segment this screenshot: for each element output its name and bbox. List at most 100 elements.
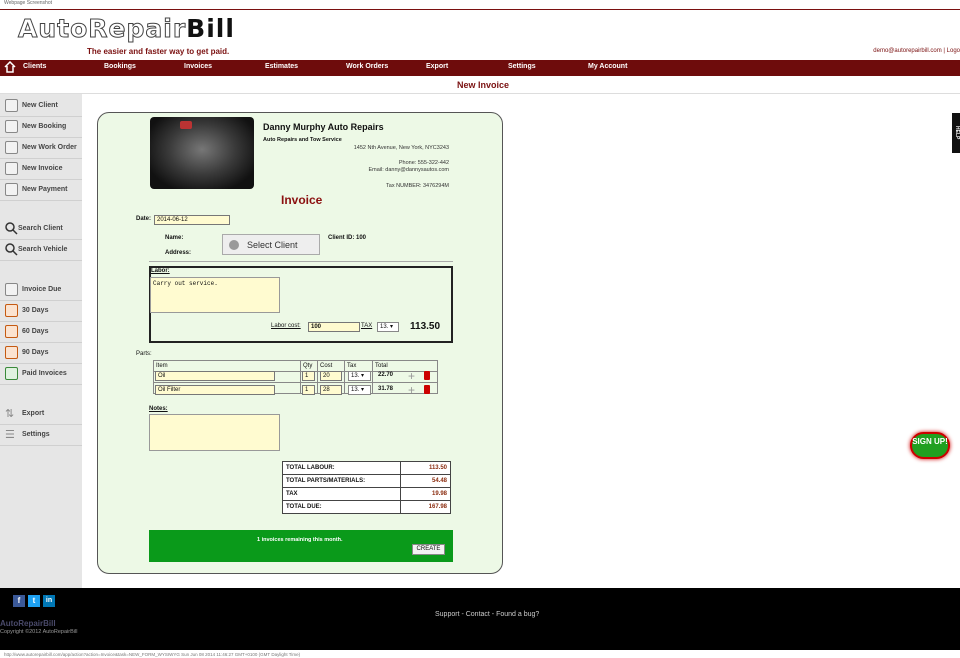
labor-heading: Labor:: [151, 268, 170, 274]
document-icon: [5, 346, 18, 359]
sidebar-item-new-work-order[interactable]: New Work Order: [0, 138, 82, 159]
nav-export[interactable]: Export: [426, 63, 448, 70]
total-value: 167.98: [401, 501, 451, 514]
signup-button[interactable]: SIGN UP!: [910, 432, 950, 459]
totals-table: TOTAL LABOUR:113.50 TOTAL PARTS/MATERIAL…: [282, 461, 451, 514]
document-icon: [5, 304, 18, 317]
notes-field[interactable]: [149, 414, 280, 451]
create-button[interactable]: CREATE: [412, 544, 445, 555]
nav-invoices[interactable]: Invoices: [184, 63, 212, 70]
date-field[interactable]: 2014-06-12: [154, 215, 230, 225]
sidebar-item-label: Invoice Due: [22, 286, 61, 293]
labor-tax-select[interactable]: 13. ▾: [377, 322, 399, 332]
trash-icon[interactable]: [424, 371, 430, 380]
divider: [149, 261, 453, 262]
sidebar-item-label: 30 Days: [22, 307, 48, 314]
sidebar-item-60-days[interactable]: 60 Days: [0, 322, 82, 343]
part-cost-field[interactable]: 28: [320, 385, 342, 395]
client-id: Client ID: 100: [328, 235, 366, 241]
linkedin-icon[interactable]: in: [43, 595, 55, 607]
labor-total: 113.50: [410, 321, 440, 332]
user-icon: [5, 99, 18, 112]
sidebar-item-label: Paid Invoices: [22, 370, 67, 377]
part-item-field[interactable]: Oil Filter: [155, 385, 275, 395]
parts-heading: Parts:: [136, 351, 152, 357]
sidebar-item-new-invoice[interactable]: New Invoice: [0, 159, 82, 180]
totals-row: TOTAL DUE:167.98: [283, 501, 451, 514]
business-address: 1452 Nth Avenue, New York, NYC3243: [354, 145, 449, 151]
sidebar-item-label: New Client: [22, 102, 58, 109]
nav-settings[interactable]: Settings: [508, 63, 536, 70]
add-row-icon[interactable]: +: [408, 371, 415, 381]
totals-row: TAX19.98: [283, 488, 451, 501]
part-qty-field[interactable]: 1: [302, 371, 315, 381]
page-title: New Invoice: [457, 80, 509, 90]
select-client-button[interactable]: Select Client: [222, 234, 320, 255]
part-cost-field[interactable]: 20: [320, 371, 342, 381]
footer-links[interactable]: Support - Contact - Found a bug?: [435, 611, 539, 618]
address-label: Address:: [165, 250, 191, 256]
col-item: Item: [154, 361, 301, 372]
sidebar-item-new-client[interactable]: New Client: [0, 96, 82, 117]
facebook-icon[interactable]: f: [13, 595, 25, 607]
document-icon: [5, 162, 18, 175]
business-tax-number: Tax NUMBER: 3476294M: [386, 183, 449, 189]
app-logo[interactable]: AutoRepairBill: [18, 14, 235, 43]
part-qty-field[interactable]: 1: [302, 385, 315, 395]
part-item-field[interactable]: Oil: [155, 371, 275, 381]
sidebar-item-settings[interactable]: ☰Settings: [0, 425, 82, 446]
nav-clients[interactable]: Clients: [23, 63, 46, 70]
help-tab[interactable]: HELP: [952, 113, 960, 153]
nav-work-orders[interactable]: Work Orders: [346, 63, 388, 70]
sidebar-item-label: Settings: [22, 431, 50, 438]
total-label: TOTAL PARTS/MATERIALS:: [283, 475, 401, 488]
labor-cost-field[interactable]: 100: [308, 322, 360, 332]
nav-estimates[interactable]: Estimates: [265, 63, 298, 70]
invoices-remaining: 1 invoices remaining this month.: [257, 537, 343, 543]
twitter-icon[interactable]: t: [28, 595, 40, 607]
sidebar-item-new-booking[interactable]: New Booking: [0, 117, 82, 138]
footer-brand: AutoRepairBill: [0, 619, 56, 628]
calendar-icon: [5, 120, 18, 133]
nav-bookings[interactable]: Bookings: [104, 63, 136, 70]
part-tax-select[interactable]: 13. ▾: [348, 371, 371, 381]
trash-icon[interactable]: [424, 385, 430, 394]
totals-row: TOTAL PARTS/MATERIALS:54.48: [283, 475, 451, 488]
sidebar-item-search-vehicle[interactable]: Search Vehicle: [0, 240, 82, 261]
screenshot-caption: Webpage Screenshot: [4, 0, 52, 6]
business-tagline: Auto Repairs and Tow Service: [263, 137, 342, 143]
account-links[interactable]: demo@autorepairbill.com | Logo: [873, 48, 960, 54]
total-value: 54.48: [401, 475, 451, 488]
add-row-icon[interactable]: +: [408, 385, 415, 395]
export-icon: ⇅: [5, 407, 18, 420]
sidebar-item-label: Search Client: [18, 225, 63, 232]
sidebar-item-label: New Invoice: [22, 165, 62, 172]
part-tax-select[interactable]: 13. ▾: [348, 385, 371, 395]
sidebar-item-paid-invoices[interactable]: Paid Invoices: [0, 364, 82, 385]
document-icon: [5, 325, 18, 338]
business-phone: Phone: 555-322-442: [399, 160, 449, 166]
part-total: 31.78: [378, 386, 393, 392]
labor-description[interactable]: Carry out service.: [150, 277, 280, 313]
sidebar-item-30-days[interactable]: 30 Days: [0, 301, 82, 322]
part-tax-value: 13.: [351, 387, 359, 393]
col-total: Total: [373, 361, 438, 372]
home-icon[interactable]: [4, 61, 16, 73]
document-icon: [5, 367, 18, 380]
status-url: http://www.autorepairbill.com/app/action…: [4, 652, 300, 657]
sidebar-item-invoice-due[interactable]: Invoice Due: [0, 280, 82, 301]
sidebar-item-90-days[interactable]: 90 Days: [0, 343, 82, 364]
business-email: Email: danny@dannysautos.com: [369, 167, 450, 173]
sidebar-item-search-client[interactable]: Search Client: [0, 219, 82, 240]
nav-my-account[interactable]: My Account: [588, 63, 627, 70]
sidebar-item-export[interactable]: ⇅Export: [0, 404, 82, 425]
sidebar-item-new-payment[interactable]: New Payment: [0, 180, 82, 201]
magnifier-icon: [5, 243, 18, 256]
date-label: Date:: [136, 216, 151, 222]
total-label: TAX: [283, 488, 401, 501]
col-cost: Cost: [318, 361, 345, 372]
total-label: TOTAL DUE:: [283, 501, 401, 514]
logo-accent: Bill: [186, 14, 235, 43]
sidebar-item-label: New Payment: [22, 186, 68, 193]
select-client-label: Select Client: [247, 240, 298, 250]
